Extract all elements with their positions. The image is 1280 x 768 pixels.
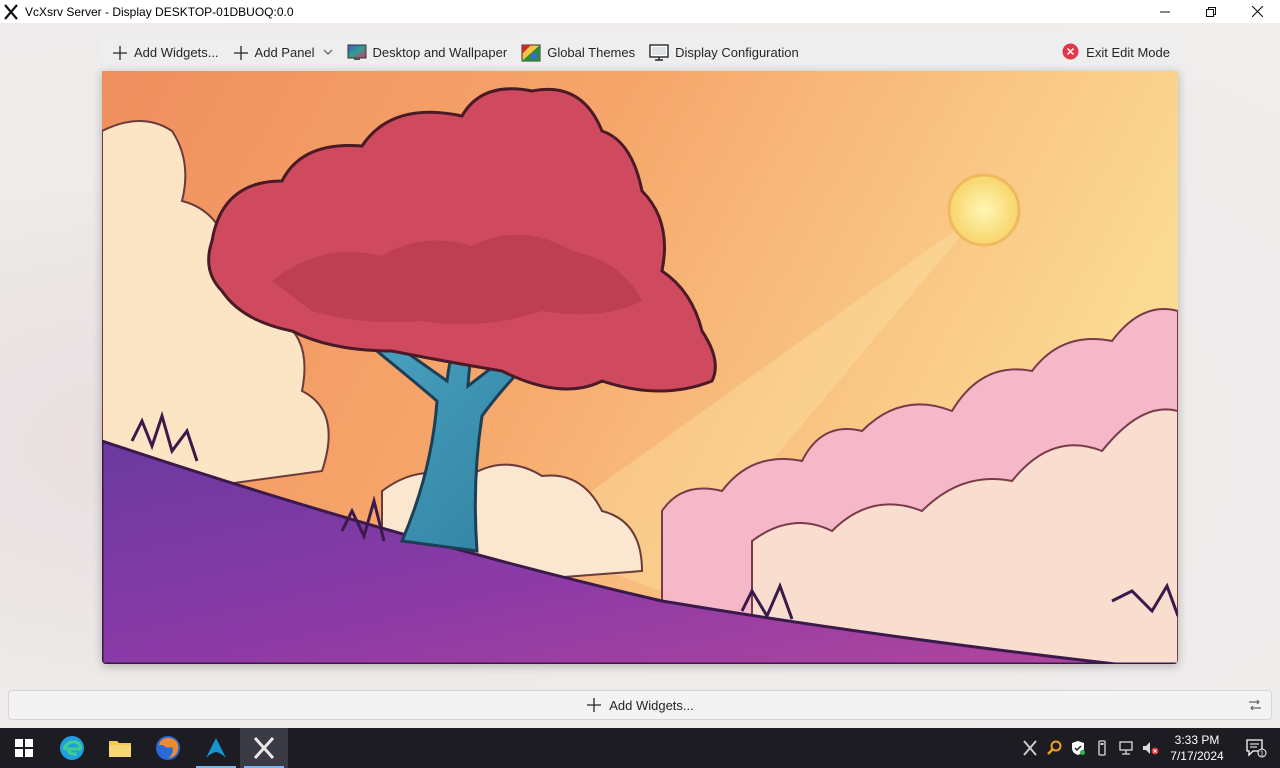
desktop-wallpaper-button[interactable]: Desktop and Wallpaper bbox=[343, 34, 512, 71]
edit-mode-toolbar: Add Widgets... Add Panel Desktop and Wal… bbox=[102, 34, 1178, 71]
vcxsrv-icon bbox=[4, 3, 18, 20]
global-themes-label: Global Themes bbox=[547, 45, 636, 60]
plus-icon bbox=[112, 45, 128, 61]
exit-icon bbox=[1062, 43, 1079, 63]
tray-volume[interactable] bbox=[1138, 728, 1162, 768]
taskbar-edge[interactable] bbox=[48, 728, 96, 768]
window-title-bar[interactable]: VcXsrv Server - Display DESKTOP-01DBUOQ:… bbox=[0, 0, 1280, 23]
tray-search[interactable] bbox=[1042, 728, 1066, 768]
desktop-wallpaper-icon bbox=[347, 44, 367, 62]
start-button[interactable] bbox=[0, 728, 48, 768]
exit-edit-mode-button[interactable]: Exit Edit Mode bbox=[1062, 34, 1170, 71]
tray-security[interactable] bbox=[1066, 728, 1090, 768]
usb-icon bbox=[1098, 740, 1106, 756]
windows-logo-icon bbox=[15, 739, 33, 757]
restore-icon bbox=[1206, 6, 1216, 17]
system-tray: 3:33 PM 7/17/2024 1 bbox=[1018, 728, 1280, 768]
taskbar-clock[interactable]: 3:33 PM 7/17/2024 bbox=[1162, 732, 1232, 764]
notification-icon: 1 bbox=[1246, 739, 1267, 758]
display-configuration-label: Display Configuration bbox=[675, 45, 799, 60]
bottom-panel: Add Widgets... bbox=[8, 690, 1272, 720]
add-panel-label: Add Panel bbox=[254, 45, 315, 60]
edge-icon bbox=[60, 736, 84, 760]
search-icon bbox=[1047, 740, 1062, 755]
tray-vcxsrv[interactable] bbox=[1018, 728, 1042, 768]
add-panel-button[interactable]: Add Panel bbox=[229, 34, 337, 71]
chevron-down-icon bbox=[323, 47, 333, 58]
network-icon bbox=[1119, 741, 1133, 755]
panel-configure-icon[interactable] bbox=[1247, 697, 1263, 716]
folder-icon bbox=[109, 741, 131, 757]
tray-network[interactable] bbox=[1114, 728, 1138, 768]
shield-icon bbox=[1072, 741, 1085, 755]
firefox-icon bbox=[156, 736, 180, 760]
window-title: VcXsrv Server - Display DESKTOP-01DBUOQ:… bbox=[25, 4, 294, 19]
exit-edit-mode-label: Exit Edit Mode bbox=[1086, 45, 1170, 60]
action-center-button[interactable]: 1 bbox=[1232, 728, 1280, 768]
vcxsrv-icon bbox=[253, 736, 275, 760]
global-themes-button[interactable]: Global Themes bbox=[517, 34, 639, 71]
volume-muted-icon bbox=[1143, 742, 1159, 755]
minimize-button[interactable] bbox=[1142, 0, 1188, 23]
plus-icon bbox=[233, 45, 249, 61]
clock-time: 3:33 PM bbox=[1174, 733, 1220, 747]
wallpaper-preview[interactable] bbox=[102, 71, 1178, 664]
plus-icon bbox=[586, 697, 602, 713]
display-configuration-button[interactable]: Display Configuration bbox=[645, 34, 803, 71]
taskbar-vcxsrv[interactable] bbox=[240, 728, 288, 768]
add-widgets-label: Add Widgets... bbox=[134, 45, 219, 60]
taskbar-file-explorer[interactable] bbox=[96, 728, 144, 768]
desktop-wallpaper-label: Desktop and Wallpaper bbox=[372, 45, 508, 60]
panel-add-widgets-label: Add Widgets... bbox=[609, 697, 694, 713]
restore-button[interactable] bbox=[1188, 0, 1234, 23]
minimize-icon bbox=[1160, 11, 1170, 12]
taskbar-arch[interactable] bbox=[192, 728, 240, 768]
taskbar-firefox[interactable] bbox=[144, 728, 192, 768]
windows-taskbar: 3:33 PM 7/17/2024 1 bbox=[0, 728, 1280, 768]
vcxsrv-icon bbox=[1023, 740, 1037, 756]
wallpaper-image bbox=[102, 71, 1178, 664]
close-button[interactable] bbox=[1234, 0, 1280, 23]
global-themes-icon bbox=[521, 44, 541, 62]
add-widgets-button[interactable]: Add Widgets... bbox=[108, 34, 223, 71]
tray-usb[interactable] bbox=[1090, 728, 1114, 768]
notification-count: 1 bbox=[1260, 751, 1264, 758]
clock-date: 7/17/2024 bbox=[1170, 749, 1224, 763]
arch-linux-icon bbox=[206, 738, 226, 758]
panel-add-widgets-button[interactable]: Add Widgets... bbox=[586, 697, 694, 713]
monitor-icon bbox=[649, 43, 669, 62]
close-icon bbox=[1251, 6, 1263, 17]
